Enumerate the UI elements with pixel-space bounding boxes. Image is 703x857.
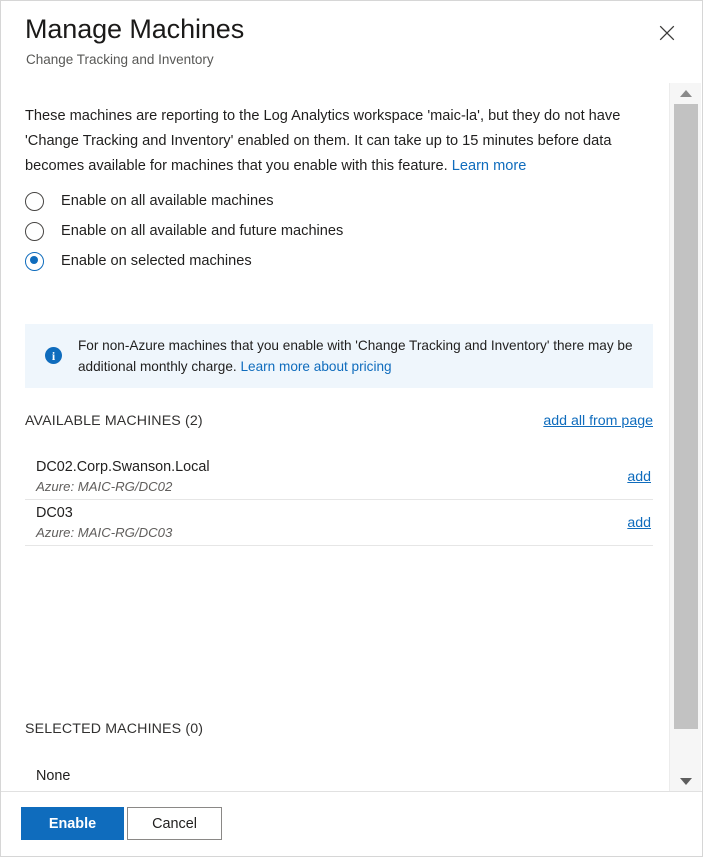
machine-info: DC02.Corp.Swanson.Local Azure: MAIC-RG/D… <box>25 458 210 496</box>
close-icon <box>659 25 675 41</box>
table-row[interactable]: DC03 Azure: MAIC-RG/DC03 add <box>25 500 653 546</box>
info-icon: i <box>45 347 62 364</box>
vertical-scrollbar[interactable] <box>669 83 701 791</box>
add-machine-link[interactable]: add <box>627 515 653 531</box>
radio-option-all-available-and-future[interactable]: Enable on all available and future machi… <box>25 216 625 246</box>
machine-name: DC02.Corp.Swanson.Local <box>36 458 210 475</box>
chevron-up-icon <box>679 89 692 97</box>
machine-name: DC03 <box>36 504 73 521</box>
enable-button[interactable]: Enable <box>21 807 124 840</box>
selected-machines-header: SELECTED MACHINES (0) <box>25 721 653 737</box>
pricing-learn-more-link[interactable]: Learn more about pricing <box>240 359 391 374</box>
scrollbar-thumb[interactable] <box>674 104 698 729</box>
cancel-button[interactable]: Cancel <box>127 807 222 840</box>
close-button[interactable] <box>652 18 682 48</box>
pricing-info-banner: i For non-Azure machines that you enable… <box>25 324 653 388</box>
machine-info: DC03 Azure: MAIC-RG/DC03 <box>25 504 172 542</box>
dialog-footer: Enable Cancel <box>1 791 702 856</box>
selected-machines-title: SELECTED MACHINES (0) <box>25 721 204 737</box>
radio-label: Enable on all available machines <box>61 193 274 209</box>
chevron-down-icon <box>679 777 692 785</box>
scrollbar-up-button[interactable] <box>670 83 701 103</box>
available-machines-list: DC02.Corp.Swanson.Local Azure: MAIC-RG/D… <box>25 454 653 546</box>
scrollbar-down-button[interactable] <box>670 771 701 791</box>
intro-paragraph: These machines are reporting to the Log … <box>25 108 621 174</box>
radio-mark-icon <box>25 191 44 211</box>
machine-detail: Azure: MAIC-RG/DC02 <box>36 478 173 494</box>
dialog-header: Manage Machines Change Tracking and Inve… <box>1 1 702 83</box>
radio-option-all-available[interactable]: Enable on all available machines <box>25 186 625 216</box>
info-banner-text: For non-Azure machines that you enable w… <box>78 335 637 377</box>
available-machines-header: AVAILABLE MACHINES (2) add all from page <box>25 413 653 429</box>
radio-label: Enable on selected machines <box>61 253 252 269</box>
table-row[interactable]: DC02.Corp.Swanson.Local Azure: MAIC-RG/D… <box>25 454 653 500</box>
learn-more-link[interactable]: Learn more <box>452 158 527 174</box>
radio-option-selected-machines[interactable]: Enable on selected machines <box>25 246 625 276</box>
available-machines-title: AVAILABLE MACHINES (2) <box>25 413 203 429</box>
add-machine-link[interactable]: add <box>627 469 653 485</box>
add-all-from-page-link[interactable]: add all from page <box>543 413 653 429</box>
scope-radio-group: Enable on all available machines Enable … <box>25 186 625 276</box>
radio-label: Enable on all available and future machi… <box>61 223 344 239</box>
page-subtitle: Change Tracking and Inventory <box>26 52 214 67</box>
machine-detail: Azure: MAIC-RG/DC03 <box>36 524 173 540</box>
dialog-body: These machines are reporting to the Log … <box>1 83 671 791</box>
selected-machines-empty: None <box>36 768 71 784</box>
page-title: Manage Machines <box>25 14 245 44</box>
intro-text: These machines are reporting to the Log … <box>25 104 653 179</box>
radio-mark-icon <box>25 251 44 271</box>
radio-mark-icon <box>25 221 44 241</box>
manage-machines-dialog: Manage Machines Change Tracking and Inve… <box>0 0 703 857</box>
